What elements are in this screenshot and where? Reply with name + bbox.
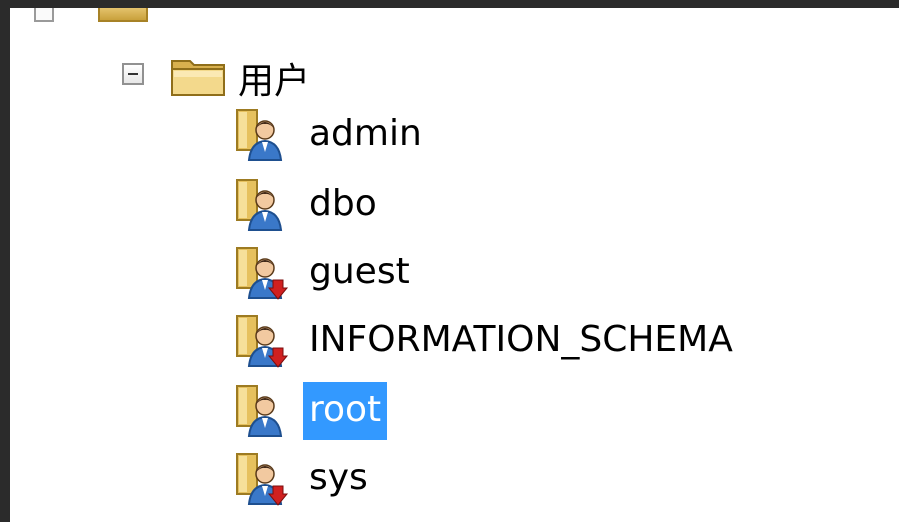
user-icon (236, 179, 283, 231)
user-label[interactable]: admin (303, 106, 428, 164)
user-disabled-icon (236, 315, 289, 368)
user-icon (236, 385, 283, 437)
user-disabled-icon (236, 453, 289, 506)
user-label[interactable]: guest (303, 244, 416, 302)
user-label[interactable]: dbo (303, 176, 383, 234)
user-label[interactable]: root (303, 382, 388, 440)
object-explorer-tree: 用户 admin dbo guest INFORMATION_SCHEMAroot sy… (10, 2, 899, 522)
window-frame-top (0, 0, 899, 8)
folder-label: 用户 (238, 61, 311, 102)
folder-icon (171, 60, 225, 96)
user-disabled-icon (236, 247, 289, 300)
collapse-icon[interactable] (122, 63, 144, 85)
window-frame-left (0, 0, 10, 522)
user-label[interactable]: INFORMATION_SCHEMA (303, 312, 739, 370)
user-label[interactable]: sys (303, 450, 374, 508)
user-icon (236, 109, 283, 161)
